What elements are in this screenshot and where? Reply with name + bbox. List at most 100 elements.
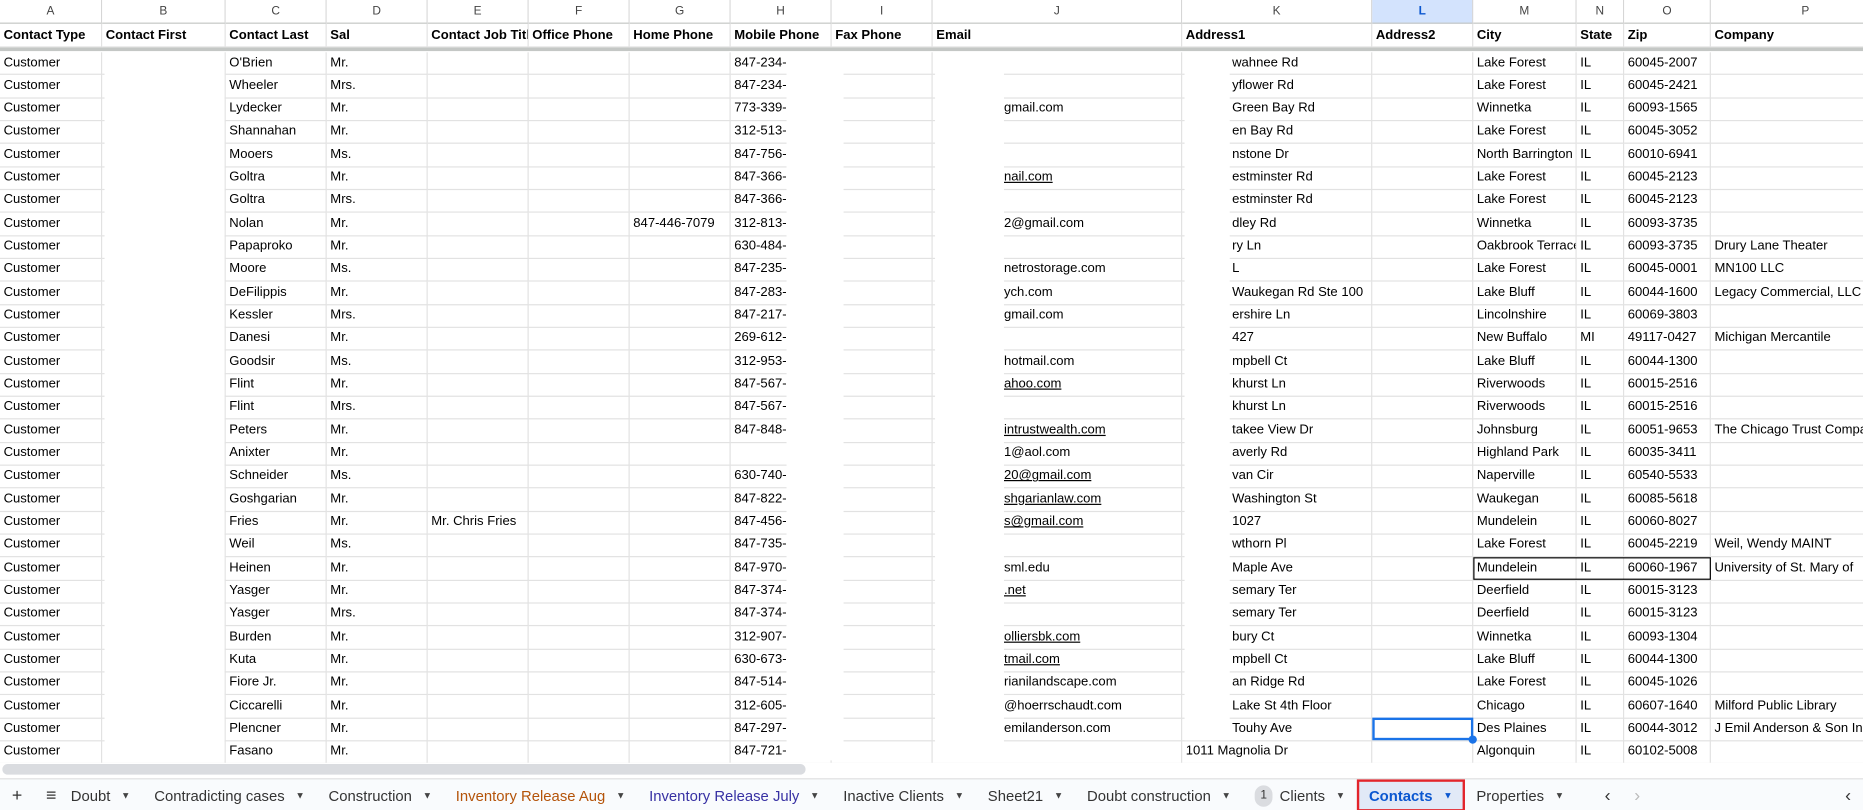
table-cell[interactable]: Weil, Wendy MAINT bbox=[1710, 534, 1863, 558]
table-cell[interactable] bbox=[1372, 143, 1474, 168]
table-cell[interactable]: Customer bbox=[0, 396, 103, 420]
table-cell[interactable]: 60010-6941 bbox=[1624, 143, 1711, 168]
table-cell[interactable] bbox=[831, 465, 933, 489]
chevron-down-icon[interactable]: ▼ bbox=[810, 790, 819, 801]
table-cell[interactable] bbox=[528, 235, 630, 259]
table-cell[interactable] bbox=[427, 488, 529, 512]
table-cell[interactable] bbox=[629, 671, 731, 696]
table-cell[interactable]: Lake Bluff bbox=[1473, 281, 1577, 305]
column-header-M[interactable]: M bbox=[1473, 0, 1577, 24]
table-cell[interactable]: IL bbox=[1576, 373, 1625, 397]
table-cell[interactable]: Plencner bbox=[225, 717, 327, 742]
chevron-down-icon[interactable]: ▼ bbox=[1054, 790, 1063, 801]
column-header-H[interactable]: H bbox=[730, 0, 832, 24]
table-cell[interactable]: Danesi bbox=[225, 327, 327, 351]
table-cell[interactable] bbox=[427, 51, 529, 76]
table-cell[interactable]: Mr. bbox=[326, 694, 428, 719]
table-cell[interactable]: 60093-3735 bbox=[1624, 212, 1711, 236]
table-cell[interactable]: IL bbox=[1576, 465, 1625, 489]
table-cell[interactable]: Ms. bbox=[326, 258, 428, 282]
chevron-down-icon[interactable]: ▼ bbox=[1336, 790, 1345, 801]
table-cell[interactable] bbox=[1710, 511, 1863, 535]
plus-icon[interactable]: + bbox=[0, 785, 34, 805]
table-cell[interactable]: 60015-2516 bbox=[1624, 373, 1711, 397]
sheet-tab-inventory-release-july[interactable]: Inventory Release July ▼ bbox=[637, 779, 831, 810]
table-cell[interactable]: Customer bbox=[0, 258, 103, 282]
table-cell[interactable]: 60102-5008 bbox=[1624, 740, 1711, 765]
table-cell[interactable] bbox=[427, 556, 529, 581]
table-cell[interactable]: Kessler bbox=[225, 304, 327, 328]
table-cell[interactable]: IL bbox=[1576, 533, 1625, 558]
table-cell[interactable]: IL bbox=[1576, 350, 1625, 374]
table-cell[interactable]: Customer bbox=[0, 189, 103, 214]
table-cell[interactable]: Mr. bbox=[326, 419, 428, 443]
table-cell[interactable] bbox=[528, 556, 630, 581]
table-cell[interactable] bbox=[831, 74, 933, 99]
table-cell[interactable] bbox=[528, 465, 630, 489]
table-cell[interactable] bbox=[528, 189, 630, 214]
table-cell[interactable]: Customer bbox=[0, 419, 103, 443]
table-cell[interactable] bbox=[528, 304, 630, 328]
table-cell[interactable]: IL bbox=[1576, 143, 1625, 168]
table-cell[interactable]: Mr. bbox=[326, 717, 428, 742]
table-cell[interactable]: Mrs. bbox=[326, 304, 428, 328]
table-cell[interactable]: Papaproko bbox=[225, 235, 327, 259]
table-cell[interactable] bbox=[427, 717, 529, 742]
table-cell[interactable]: New Buffalo bbox=[1473, 327, 1577, 351]
table-cell[interactable]: 60060-8027 bbox=[1624, 511, 1711, 535]
header-cell[interactable]: Email bbox=[932, 23, 1183, 48]
table-cell[interactable]: Mr. bbox=[326, 120, 428, 145]
table-cell[interactable] bbox=[427, 304, 529, 328]
table-cell[interactable]: Mr. bbox=[326, 488, 428, 512]
table-cell[interactable] bbox=[629, 442, 731, 466]
table-cell[interactable]: Mr. bbox=[326, 327, 428, 351]
collapse-side-panel-icon[interactable]: ‹ bbox=[1833, 785, 1863, 805]
column-header-P[interactable]: P bbox=[1710, 0, 1863, 24]
table-cell[interactable] bbox=[1372, 281, 1474, 305]
table-cell[interactable]: Customer bbox=[0, 579, 103, 604]
table-cell[interactable]: IL bbox=[1576, 648, 1625, 673]
table-cell[interactable] bbox=[528, 166, 630, 191]
table-cell[interactable]: 60045-2007 bbox=[1624, 51, 1711, 76]
table-cell[interactable] bbox=[1710, 304, 1863, 328]
table-cell[interactable]: Customer bbox=[0, 694, 103, 719]
table-cell[interactable]: Customer bbox=[0, 235, 103, 259]
table-cell[interactable]: Lake Forest bbox=[1473, 533, 1577, 558]
table-cell[interactable] bbox=[528, 533, 630, 558]
chevron-down-icon[interactable]: ▼ bbox=[1222, 790, 1231, 801]
header-cell[interactable]: City bbox=[1473, 23, 1577, 48]
chevron-down-icon[interactable]: ▼ bbox=[616, 790, 625, 801]
table-cell[interactable]: Mrs. bbox=[326, 189, 428, 214]
table-cell[interactable]: Ms. bbox=[326, 533, 428, 558]
table-cell[interactable] bbox=[1372, 74, 1474, 99]
table-cell[interactable] bbox=[427, 166, 529, 191]
table-cell[interactable] bbox=[1372, 304, 1474, 328]
table-cell[interactable]: Kuta bbox=[225, 648, 327, 673]
table-cell[interactable] bbox=[528, 327, 630, 351]
table-cell[interactable] bbox=[629, 189, 731, 214]
table-cell[interactable]: IL bbox=[1576, 189, 1625, 214]
table-cell[interactable]: Goltra bbox=[225, 166, 327, 191]
table-cell[interactable] bbox=[427, 258, 529, 282]
table-cell[interactable]: 847-446-7079 bbox=[629, 212, 731, 236]
table-cell[interactable] bbox=[831, 671, 933, 696]
table-cell[interactable]: IL bbox=[1576, 51, 1625, 76]
table-cell[interactable]: IL bbox=[1576, 717, 1625, 742]
table-cell[interactable]: Lake Forest bbox=[1473, 189, 1577, 214]
table-cell[interactable] bbox=[1710, 144, 1863, 168]
table-cell[interactable]: Waukegan bbox=[1473, 488, 1577, 512]
table-cell[interactable] bbox=[831, 579, 933, 604]
table-cell[interactable] bbox=[831, 166, 933, 191]
header-cell[interactable]: Company bbox=[1710, 24, 1863, 48]
table-cell[interactable] bbox=[528, 51, 630, 76]
table-cell[interactable] bbox=[528, 143, 630, 168]
table-cell[interactable]: Mr. bbox=[326, 740, 428, 765]
table-cell[interactable]: Johnsburg bbox=[1473, 419, 1577, 443]
chevron-down-icon[interactable]: ▼ bbox=[295, 790, 304, 801]
sheet-tab-doubt[interactable]: Doubt ▼ bbox=[68, 779, 142, 810]
table-cell[interactable]: 60093-1304 bbox=[1624, 625, 1711, 650]
table-cell[interactable]: Mr. bbox=[326, 442, 428, 466]
table-cell[interactable]: 49117-0427 bbox=[1624, 327, 1711, 351]
table-cell[interactable] bbox=[1372, 648, 1474, 673]
table-cell[interactable] bbox=[629, 327, 731, 351]
